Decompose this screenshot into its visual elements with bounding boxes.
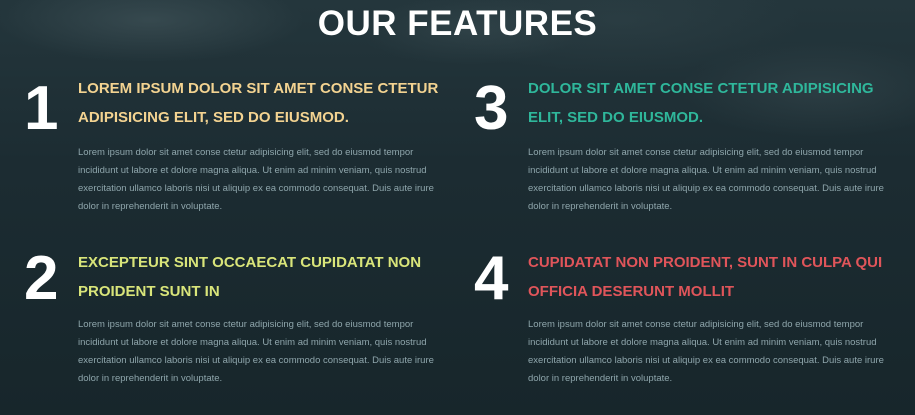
- feature-description: Lorem ipsum dolor sit amet conse ctetur …: [528, 319, 884, 384]
- feature-description: Lorem ipsum dolor sit amet conse ctetur …: [78, 147, 434, 212]
- feature-heading: CUPIDATAT NON PROIDENT, SUNT IN CULPA QU…: [528, 254, 883, 300]
- feature-description: Lorem ipsum dolor sit amet conse ctetur …: [528, 147, 884, 212]
- feature-heading: DOLOR SIT AMET CONSE CTETUR ADIPISICING …: [528, 80, 874, 126]
- feature-number: 2: [24, 244, 59, 313]
- feature-number: 1: [24, 74, 59, 143]
- feature-number: 3: [474, 74, 509, 143]
- feature-description: Lorem ipsum dolor sit amet conse ctetur …: [78, 319, 434, 384]
- feature-heading: EXCEPTEUR SINT OCCAECAT CUPIDATAT NON PR…: [78, 254, 422, 300]
- feature-number: 4: [474, 244, 509, 313]
- feature-heading: LOREM IPSUM DOLOR SIT AMET CONSE CTETUR …: [78, 80, 439, 126]
- section-title: OUR FEATURES: [317, 4, 598, 43]
